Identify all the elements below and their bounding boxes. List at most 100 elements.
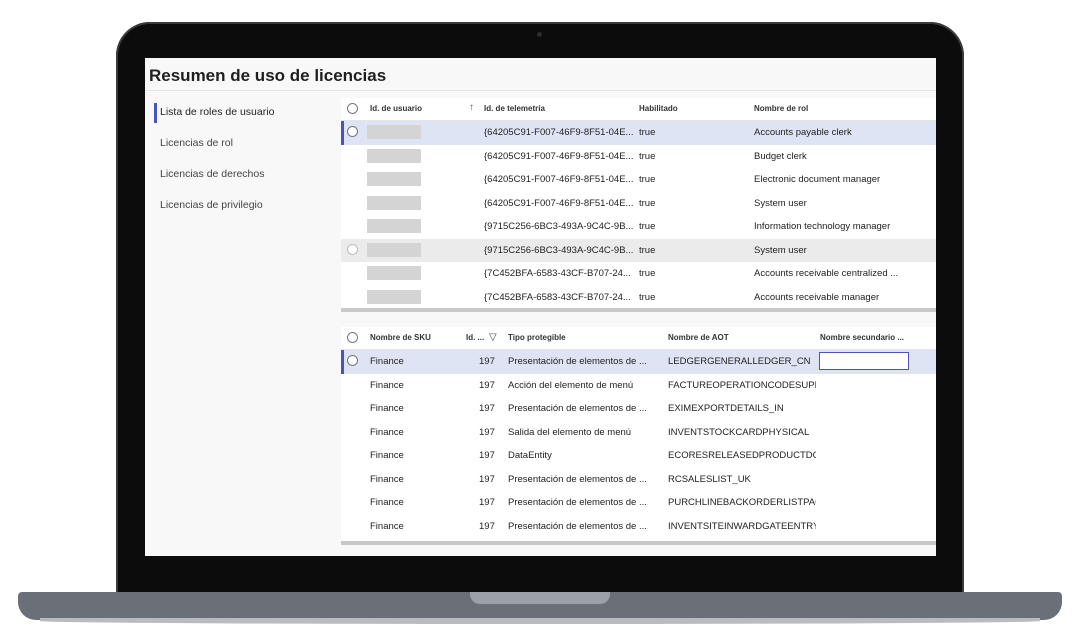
- cell-enabled: true: [639, 150, 656, 162]
- cell-sku-name: Finance: [370, 426, 404, 438]
- cell-sku-name: Finance: [370, 379, 404, 391]
- grid-header: Id. de usuario ↑ Id. de telemetría Habil…: [341, 98, 936, 121]
- cell-telemetry-id: {7C452BFA-6583-43CF-B707-24...: [484, 268, 631, 279]
- redacted-user-id: [367, 242, 421, 257]
- cell-role-name: System user: [754, 244, 807, 256]
- cell-enabled: true: [639, 127, 656, 138]
- cell-role-name: Accounts receivable manager: [754, 291, 880, 303]
- sort-ascending-icon: ↑: [469, 102, 474, 113]
- cell-id: 197: [479, 426, 495, 438]
- cell-sku-name: Finance: [370, 403, 404, 414]
- cell-sku-name: Finance: [370, 450, 404, 461]
- select-all-radio-icon[interactable]: [347, 103, 358, 114]
- table-row[interactable]: Finance 197 Presentación de elementos de .…: [341, 468, 936, 492]
- cell-aot-name: PURCHLINEBACKORDERLISTPAG...: [668, 497, 816, 508]
- column-header-securable-type[interactable]: Tipo protegible: [508, 333, 566, 342]
- cell-securable-type: Acción del elemento de menú: [508, 379, 634, 391]
- laptop-notch: [470, 592, 610, 604]
- sidebar-item-entitlement-licenses[interactable]: Licencias de derechos: [145, 160, 325, 191]
- sku-grid: Nombre de SKU Id. ... ▽ Tipo protegible …: [341, 327, 936, 545]
- cell-enabled: true: [639, 291, 656, 303]
- redacted-user-id: [367, 172, 421, 186]
- cell-sku-name: Finance: [370, 356, 404, 367]
- horizontal-scrollbar[interactable]: [341, 308, 936, 312]
- table-row[interactable]: {64205C91-F007-46F9-8F51-04E... true Accou…: [341, 121, 936, 145]
- cell-securable-type: DataEntity: [508, 450, 552, 461]
- table-row[interactable]: Finance 197 Salida del elemento de menú INV…: [341, 421, 936, 445]
- page-title: Resumen de uso de licencias: [149, 66, 387, 85]
- cell-telemetry-id: {64205C91-F007-46F9-8F51-04E...: [484, 174, 634, 185]
- cell-telemetry-id: {9715C256-6BC3-493A-9C4C-9B...: [484, 221, 634, 232]
- column-header-user-id[interactable]: Id. de usuario: [370, 104, 422, 113]
- row-radio-icon[interactable]: [347, 243, 358, 255]
- table-row[interactable]: {7C452BFA-6583-43CF-B707-24... true Accoun…: [341, 262, 936, 286]
- cell-role-name: System user: [754, 197, 807, 209]
- filter-icon[interactable]: ▽: [489, 332, 497, 343]
- cell-telemetry-id: {64205C91-F007-46F9-8F51-04E...: [484, 150, 634, 162]
- column-header-sku-name[interactable]: Nombre de SKU: [370, 333, 431, 342]
- column-header-role-name[interactable]: Nombre de rol: [754, 104, 808, 113]
- cell-securable-type: Presentación de elementos de ...: [508, 403, 647, 414]
- table-row[interactable]: Finance 197 Presentación de elementos de .…: [341, 491, 936, 515]
- sidebar-item-privilege-licenses[interactable]: Licencias de privilegio: [145, 191, 325, 222]
- user-roles-grid: Id. de usuario ↑ Id. de telemetría Habil…: [341, 98, 936, 312]
- table-row[interactable]: Finance 197 DataEntity ECORESRELEASEDPRODUC…: [341, 444, 936, 468]
- row-radio-icon[interactable]: [347, 355, 358, 366]
- table-row[interactable]: Finance 197 Presentación de elementos de .…: [341, 515, 936, 539]
- cell-id: 197: [479, 473, 495, 485]
- redacted-user-id: [367, 266, 421, 280]
- cell-id: 197: [479, 403, 495, 414]
- cell-aot-name: ECORESRELEASEDPRODUCTDO...: [668, 450, 816, 461]
- column-header-secondary-name[interactable]: Nombre secundario ...: [820, 333, 904, 342]
- cell-sku-name: Finance: [370, 473, 404, 485]
- cell-securable-type: Presentación de elementos de ...: [508, 473, 647, 485]
- table-row[interactable]: Finance 197 Presentación de elementos de .…: [341, 397, 936, 421]
- cell-telemetry-id: {64205C91-F007-46F9-8F51-04E...: [484, 127, 634, 138]
- sidebar-item-user-roles[interactable]: Lista de roles de usuario: [145, 98, 325, 129]
- cell-enabled: true: [639, 244, 656, 256]
- redacted-user-id: [367, 219, 421, 233]
- cell-role-name: Electronic document manager: [754, 174, 881, 185]
- divider: [145, 90, 936, 91]
- cell-enabled: true: [639, 197, 656, 209]
- cell-sku-name: Finance: [370, 497, 404, 508]
- cell-role-name: Information technology manager: [754, 221, 891, 232]
- grid-body: {64205C91-F007-46F9-8F51-04E... true Accou…: [341, 121, 936, 309]
- cell-id: 197: [479, 450, 495, 461]
- screen: Resumen de uso de licencias Lista de rol…: [145, 58, 936, 556]
- cell-enabled: true: [639, 221, 656, 232]
- cell-aot-name: RCSALESLIST_UK: [668, 473, 751, 485]
- cell-securable-type: Salida del elemento de menú: [508, 426, 632, 438]
- cell-aot-name: FACTUREOPERATIONCODESUPD...: [668, 379, 816, 391]
- cell-securable-type: Presentación de elementos de ...: [508, 520, 647, 532]
- cell-securable-type: Presentación de elementos de ...: [508, 356, 647, 367]
- redacted-user-id: [367, 195, 421, 210]
- cell-telemetry-id: {7C452BFA-6583-43CF-B707-24...: [484, 291, 631, 303]
- select-all-radio-icon[interactable]: [347, 332, 358, 343]
- column-header-aot-name[interactable]: Nombre de AOT: [668, 333, 729, 342]
- cell-enabled: true: [639, 268, 656, 279]
- table-row[interactable]: {9715C256-6BC3-493A-9C4C-9B... true System…: [341, 238, 936, 262]
- cell-role-name: Budget clerk: [754, 150, 807, 162]
- cell-enabled: true: [639, 174, 656, 185]
- table-row[interactable]: {64205C91-F007-46F9-8F51-04E... true Elect…: [341, 168, 936, 192]
- table-row[interactable]: {7C452BFA-6583-43CF-B707-24... true Accoun…: [341, 286, 936, 310]
- table-row[interactable]: {64205C91-F007-46F9-8F51-04E... true Budge…: [341, 145, 936, 169]
- secondary-name-input[interactable]: [819, 352, 909, 370]
- table-row[interactable]: Finance 197 Acción del elemento de menú FAC…: [341, 374, 936, 398]
- sidebar-item-role-licenses[interactable]: Licencias de rol: [145, 129, 325, 160]
- row-radio-icon[interactable]: [347, 126, 358, 137]
- horizontal-scrollbar[interactable]: [341, 541, 936, 545]
- column-header-enabled[interactable]: Habilitado: [639, 104, 678, 113]
- cell-aot-name: INVENTSTOCKCARDPHYSICAL: [668, 426, 810, 438]
- column-header-id[interactable]: Id. ...: [466, 333, 484, 342]
- table-row[interactable]: Finance 197 Presentación de elementos de .…: [341, 350, 936, 374]
- cell-telemetry-id: {9715C256-6BC3-493A-9C4C-9B...: [484, 244, 634, 256]
- redacted-user-id: [367, 125, 421, 139]
- table-row[interactable]: {9715C256-6BC3-493A-9C4C-9B... true Inform…: [341, 215, 936, 239]
- column-header-telemetry-id[interactable]: Id. de telemetría: [484, 104, 545, 113]
- cell-aot-name: INVENTSITEINWARDGATEENTRY...: [668, 520, 816, 532]
- grid-header: Nombre de SKU Id. ... ▽ Tipo protegible …: [341, 327, 936, 350]
- camera-dot: [537, 32, 542, 37]
- table-row[interactable]: {64205C91-F007-46F9-8F51-04E... true Syste…: [341, 192, 936, 216]
